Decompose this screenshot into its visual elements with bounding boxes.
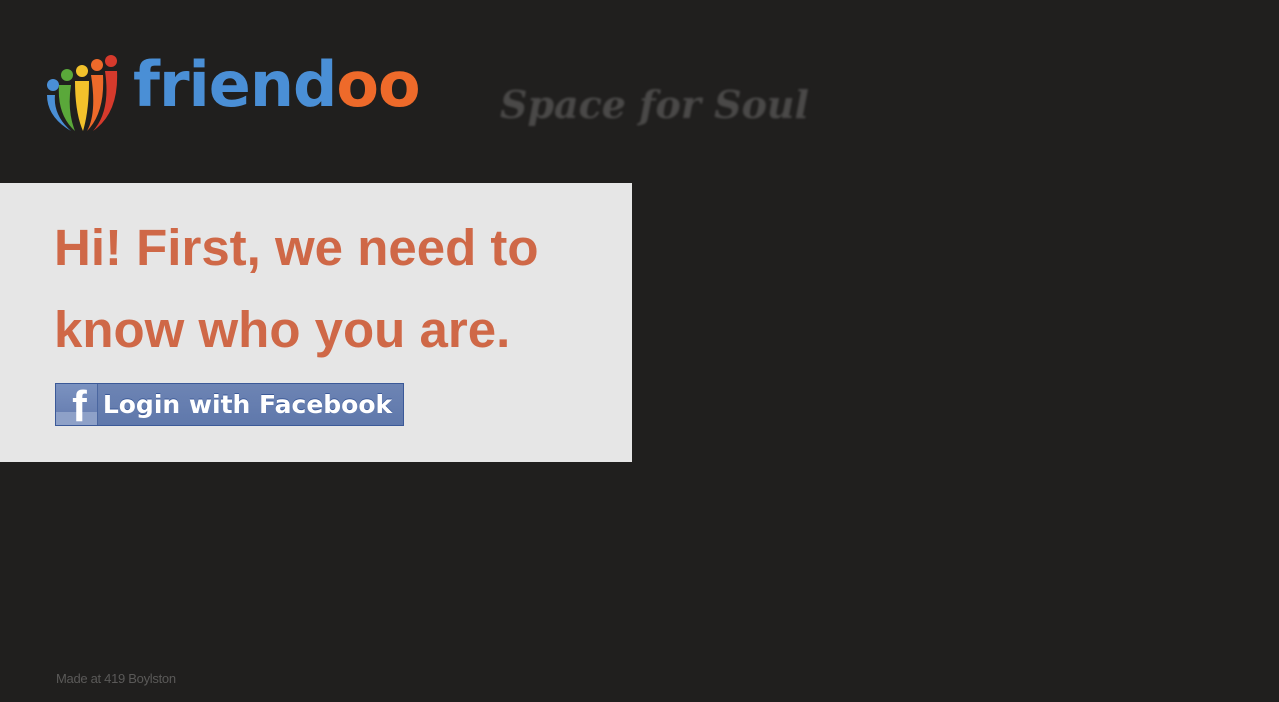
logo-text-part2: d	[293, 48, 337, 121]
header: friendoo Space for Soul	[0, 0, 1279, 183]
facebook-button-label: Login with Facebook	[102, 390, 393, 419]
footer-credit: Made at 419 Boylston	[56, 671, 176, 686]
page: friendoo Space for Soul Hi! First, we ne…	[0, 0, 1279, 702]
logo-wordmark: friendoo	[133, 45, 421, 125]
login-panel: Hi! First, we need to know who you are. …	[0, 183, 632, 462]
tagline: Space for Soul	[500, 82, 809, 127]
people-icon	[47, 55, 118, 131]
login-with-facebook-button[interactable]: f Login with Facebook	[55, 383, 404, 426]
friendoo-logo[interactable]: friendoo	[45, 45, 425, 135]
facebook-icon: f	[56, 384, 98, 425]
facebook-icon-glyph: f	[72, 384, 87, 426]
logo-text-part3: oo	[336, 48, 420, 121]
logo-text-part1: frien	[133, 48, 294, 121]
login-headline: Hi! First, we need to know who you are.	[54, 219, 539, 358]
